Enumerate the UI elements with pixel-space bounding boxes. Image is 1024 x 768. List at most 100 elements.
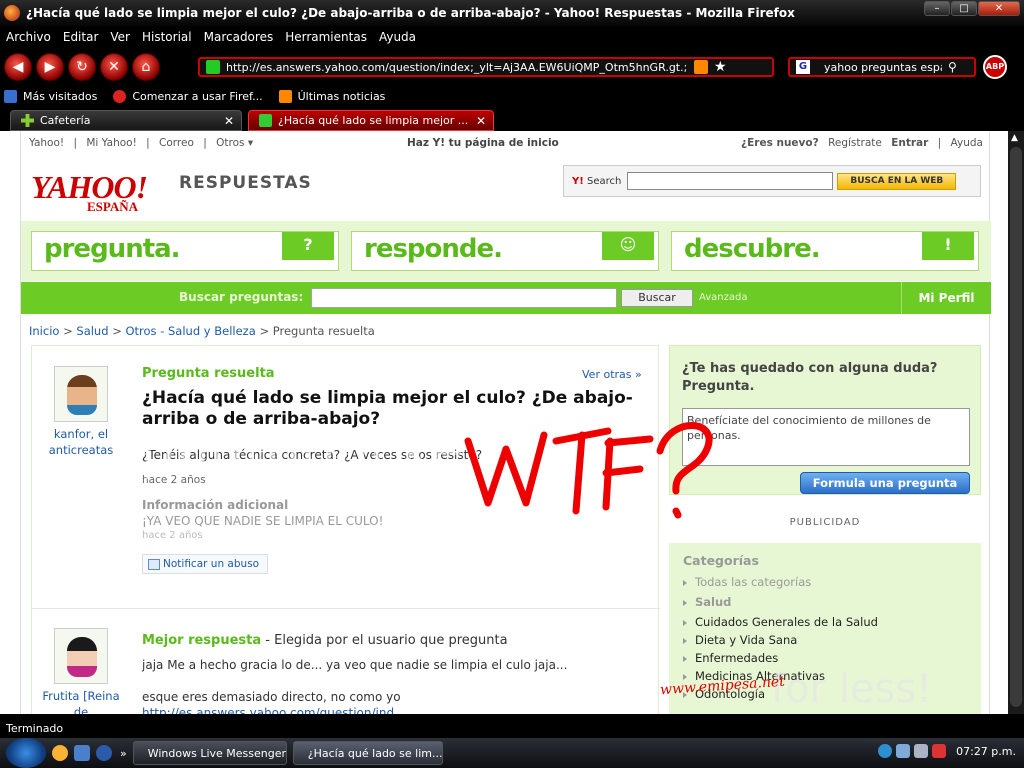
close-window-button[interactable]: ✕ (978, 1, 1020, 16)
categories-box: Categorías Todas las categorías Salud Cu… (669, 543, 981, 714)
nav-separator: | (73, 137, 78, 149)
clock[interactable]: 07:27 p.m. (956, 745, 1016, 758)
link-yahoo[interactable]: Yahoo! (29, 137, 64, 149)
question-panel: kanfor, el anticreatas Pregunta resuelta… (31, 345, 660, 714)
web-search-button[interactable]: BUSCA EN LA WEB (837, 172, 957, 190)
menu-herramientas[interactable]: Herramientas (285, 30, 367, 44)
link-otros[interactable]: Otros ▾ (216, 137, 253, 149)
homepage-link[interactable]: Haz Y! tu página de inicio (407, 137, 559, 149)
menu-historial[interactable]: Historial (142, 30, 192, 44)
avatar-face (67, 637, 97, 677)
back-button[interactable]: ◀ (4, 53, 32, 81)
ask-question-button[interactable]: Formula una pregunta (800, 472, 970, 494)
menu-archivo[interactable]: Archivo (6, 30, 51, 44)
bookmark-comenzar[interactable]: Comenzar a usar Firef... (109, 89, 263, 103)
see-others-link[interactable]: Ver otras » (582, 368, 642, 381)
url-text[interactable]: http://es.answers.yahoo.com/question/ind… (226, 61, 686, 74)
scrollbar-thumb[interactable] (1010, 147, 1022, 707)
task-firefox[interactable]: ¿Hacía qué lado se lim... (292, 741, 443, 765)
tab-label: ¿Hacía qué lado se limpia mejor ... (278, 114, 469, 127)
report-abuse-button[interactable]: Notificar un abuso (142, 554, 269, 574)
minimize-button[interactable]: – (924, 1, 950, 16)
web-search-input[interactable] (627, 172, 834, 190)
answerer-name[interactable]: Frutita [Reina de (38, 688, 124, 714)
maximize-button[interactable]: □ (951, 1, 977, 16)
nav-separator: | (937, 137, 942, 149)
additional-info-text: ¡YA VEO QUE NADIE SE LIMPIA EL CULO! (142, 514, 384, 528)
vertical-scrollbar[interactable]: ▲ (1008, 131, 1024, 714)
help-link[interactable]: Ayuda (951, 137, 983, 149)
quicklaunch-browser-icon[interactable] (52, 745, 68, 761)
url-bar[interactable]: http://es.answers.yahoo.com/question/ind… (198, 57, 774, 77)
menu-editar[interactable]: Editar (63, 30, 99, 44)
responde-box[interactable]: responde. ☺ (351, 231, 659, 271)
answerer-avatar[interactable] (54, 628, 108, 684)
adblock-icon[interactable]: ABP (983, 55, 1007, 79)
home-button[interactable]: ⌂ (132, 53, 160, 81)
close-tab-icon[interactable]: ✕ (473, 114, 489, 128)
breadcrumb-inicio[interactable]: Inicio (29, 324, 59, 338)
tab-current-question[interactable]: ¿Hacía qué lado se limpia mejor ... ✕ (248, 110, 494, 131)
login-link[interactable]: Entrar (891, 137, 928, 149)
breadcrumb-salud[interactable]: Salud (76, 324, 108, 338)
volume-icon[interactable] (914, 744, 929, 758)
ask-question-box: ¿Te has quedado con alguna duda? Pregunt… (669, 345, 981, 495)
search-icon[interactable]: ⚲ (948, 60, 957, 74)
question-search-button[interactable]: Buscar (621, 289, 693, 307)
advanced-search-link[interactable]: Avanzada (699, 292, 748, 303)
scroll-up-arrow-icon[interactable]: ▲ (1011, 133, 1018, 143)
security-icon[interactable] (932, 744, 947, 758)
network-icon[interactable] (896, 744, 911, 758)
status-bar: Terminado (6, 722, 64, 735)
category-enfermedades[interactable]: Enfermedades (682, 651, 778, 665)
category-dieta[interactable]: Dieta y Vida Sana (682, 633, 797, 647)
bookmark-mas-visitados[interactable]: Más visitados (0, 89, 98, 103)
messenger-status-icon[interactable] (878, 744, 893, 758)
asker-avatar[interactable] (54, 366, 108, 422)
question-title: ¿Hacía qué lado se limpia mejor el culo?… (142, 388, 633, 429)
tab-cafeteria[interactable]: Cafetería ✕ (10, 110, 242, 131)
bookmark-label: Más visitados (23, 89, 98, 103)
pregunta-box[interactable]: pregunta. ? (31, 231, 339, 271)
menu-marcadores[interactable]: Marcadores (204, 30, 274, 44)
category-medicinas[interactable]: Medicinas Alternativas (682, 669, 825, 683)
register-link[interactable]: Regístrate (828, 137, 882, 149)
link-mi-yahoo[interactable]: Mi Yahoo! (86, 137, 136, 149)
forward-button[interactable]: ▶ (36, 53, 64, 81)
category-salud[interactable]: Salud (682, 595, 731, 609)
quicklaunch-more-icon[interactable]: » (120, 747, 127, 760)
bookmark-ultimas-noticias[interactable]: Últimas noticias (275, 89, 385, 103)
search-input[interactable]: yahoo preguntas españ (824, 61, 942, 74)
menu-ayuda[interactable]: Ayuda (379, 30, 416, 44)
best-answer-heading: Mejor respuesta - Elegida por el usuario… (142, 633, 508, 648)
menu-ver[interactable]: Ver (110, 30, 130, 44)
breadcrumb-otros[interactable]: Otros - Salud y Belleza (125, 324, 255, 338)
yahoo-logo[interactable]: YAHOO! ESPAÑA (31, 169, 148, 214)
new-user-text: ¿Eres nuevo? (741, 137, 819, 149)
category-odontologia[interactable]: Odontología (683, 687, 765, 701)
browser-search-bar[interactable]: G yahoo preguntas españ ⚲ (788, 57, 976, 77)
category-cuidados[interactable]: Cuidados Generales de la Salud (683, 615, 878, 629)
close-tab-icon[interactable]: ✕ (221, 114, 237, 128)
quicklaunch-media-icon[interactable] (96, 745, 112, 761)
breadcrumb-separator: > (112, 324, 122, 338)
page-container: Yahoo! | Mi Yahoo! | Correo | Otros ▾ Ha… (20, 131, 991, 714)
site-icon (206, 60, 220, 74)
windows-taskbar: » Windows Live Messenger ¿Hacía qué lado… (0, 738, 1024, 768)
answer-link[interactable]: http://es.answers.yahoo.com/question/ind (142, 706, 394, 714)
task-messenger[interactable]: Windows Live Messenger (132, 741, 287, 765)
bookmark-star-icon[interactable]: ★ (714, 59, 727, 75)
show-desktop-icon[interactable] (74, 745, 90, 761)
ask-question-textarea[interactable]: Benefíciate del conocimiento de millones… (682, 408, 970, 466)
reload-button[interactable]: ↻ (68, 53, 96, 81)
start-button[interactable] (6, 738, 46, 768)
my-profile-link[interactable]: Mi Perfil (901, 282, 991, 314)
search-engine-icon[interactable]: G (796, 60, 810, 74)
stop-button[interactable]: ✕ (100, 53, 128, 81)
asker-name[interactable]: kanfor, el anticreatas (38, 426, 124, 458)
rss-icon[interactable] (694, 60, 708, 74)
question-search-input[interactable] (311, 288, 617, 308)
descubre-box[interactable]: descubre. ! (671, 231, 979, 271)
category-all[interactable]: Todas las categorías (682, 575, 811, 589)
link-correo[interactable]: Correo (159, 137, 194, 149)
